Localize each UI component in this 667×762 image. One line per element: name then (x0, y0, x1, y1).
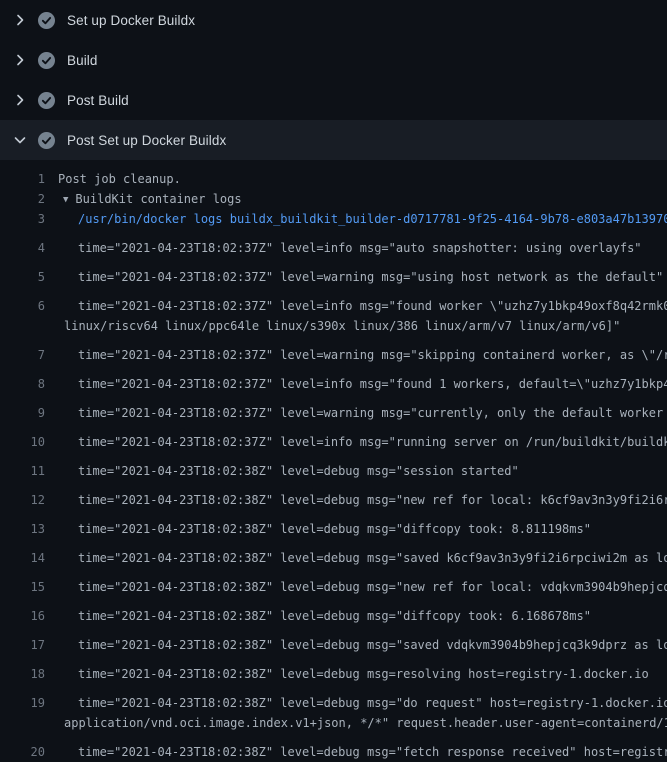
log-line: 20 time="2021-04-23T18:02:38Z" level=debu… (0, 733, 667, 762)
log-group-toggle[interactable]: ▼ BuildKit container logs (63, 189, 242, 209)
log-line-number[interactable]: 1 (0, 169, 45, 189)
log-line[interactable]: 2 ▼ BuildKit container logs (0, 189, 667, 209)
log-line-number[interactable]: 14 (0, 548, 45, 568)
log-text: time="2021-04-23T18:02:37Z" level=warnin… (78, 267, 663, 287)
log-line-number[interactable]: 6 (0, 296, 45, 316)
log-line: 3/usr/bin/docker logs buildx_buildkit_bu… (0, 209, 667, 229)
log-line: 7 time="2021-04-23T18:02:37Z" level=warni… (0, 336, 667, 365)
log-line-number[interactable]: 16 (0, 606, 45, 626)
step-title: Build (67, 53, 98, 68)
log-line-number[interactable]: 10 (0, 432, 45, 452)
log-text: application/vnd.oci.image.index.v1+json,… (64, 713, 667, 733)
log-line-number[interactable]: 9 (0, 403, 45, 423)
chevron-right-icon (12, 12, 28, 28)
check-circle-icon (38, 52, 55, 69)
log-text: time="2021-04-23T18:02:37Z" level=info m… (78, 374, 667, 394)
log-text: time="2021-04-23T18:02:37Z" level=warnin… (78, 345, 667, 365)
log-line: 16 time="2021-04-23T18:02:38Z" level=debu… (0, 597, 667, 626)
log-line: 11 time="2021-04-23T18:02:38Z" level=debu… (0, 452, 667, 481)
log-text: time="2021-04-23T18:02:38Z" level=debug … (78, 635, 667, 655)
step-header-post-build[interactable]: Post Build (0, 80, 667, 120)
log-text: time="2021-04-23T18:02:38Z" level=debug … (78, 577, 667, 597)
log-line-number[interactable]: 4 (0, 238, 45, 258)
log-line: 6 time="2021-04-23T18:02:37Z" level=info … (0, 287, 667, 316)
step-title: Post Build (67, 93, 129, 108)
log-line-number[interactable]: 20 (0, 742, 45, 762)
log-line-number[interactable]: 15 (0, 577, 45, 597)
log-text: time="2021-04-23T18:02:37Z" level=warnin… (78, 403, 667, 423)
chevron-right-icon (12, 92, 28, 108)
chevron-right-icon (12, 52, 28, 68)
log-line: 10 time="2021-04-23T18:02:37Z" level=info… (0, 423, 667, 452)
log-text: time="2021-04-23T18:02:38Z" level=debug … (78, 490, 667, 510)
log-line-number (0, 316, 45, 336)
log-line-number[interactable]: 12 (0, 490, 45, 510)
log-line-number[interactable]: 3 (0, 209, 45, 229)
log-line-number[interactable]: 13 (0, 519, 45, 539)
log-line-number[interactable]: 17 (0, 635, 45, 655)
chevron-down-icon (12, 132, 28, 148)
log-line-number[interactable]: 5 (0, 267, 45, 287)
log-line: 13 time="2021-04-23T18:02:38Z" level=debu… (0, 510, 667, 539)
log-line: 1 Post job cleanup. (0, 169, 667, 189)
check-circle-icon (38, 132, 55, 149)
step-header-set-up-docker-buildx[interactable]: Set up Docker Buildx (0, 0, 667, 40)
log-line: 18 time="2021-04-23T18:02:38Z" level=debu… (0, 655, 667, 684)
log-text: time="2021-04-23T18:02:38Z" level=debug … (78, 693, 667, 713)
step-log-output: 1 Post job cleanup. 2 ▼ BuildKit container l… (0, 160, 667, 762)
log-text: time="2021-04-23T18:02:38Z" level=debug … (78, 664, 649, 684)
log-line: 14 time="2021-04-23T18:02:38Z" level=debu… (0, 539, 667, 568)
log-line: 15 time="2021-04-23T18:02:38Z" level=debu… (0, 568, 667, 597)
log-line: 8 time="2021-04-23T18:02:37Z" level=info … (0, 365, 667, 394)
log-line-number[interactable]: 11 (0, 461, 45, 481)
log-line: 19 time="2021-04-23T18:02:38Z" level=debu… (0, 684, 667, 713)
step-title: Post Set up Docker Buildx (67, 133, 226, 148)
log-line: 5 time="2021-04-23T18:02:37Z" level=warni… (0, 258, 667, 287)
step-header-build[interactable]: Build (0, 40, 667, 80)
log-line-number[interactable]: 7 (0, 345, 45, 365)
log-line: 4 time="2021-04-23T18:02:37Z" level=info … (0, 229, 667, 258)
triangle-down-icon: ▼ (63, 195, 68, 205)
log-line-continuation: application/vnd.oci.image.index.v1+json,… (0, 713, 667, 733)
log-line: 17 time="2021-04-23T18:02:38Z" level=debu… (0, 626, 667, 655)
log-command-text: /usr/bin/docker logs buildx_buildkit_bui… (78, 209, 667, 229)
log-text: time="2021-04-23T18:02:37Z" level=info m… (78, 238, 642, 258)
log-text: time="2021-04-23T18:02:37Z" level=info m… (78, 296, 667, 316)
log-text: Post job cleanup. (58, 169, 181, 189)
log-text: time="2021-04-23T18:02:38Z" level=debug … (78, 606, 591, 626)
log-line-number[interactable]: 8 (0, 374, 45, 394)
log-line-number[interactable]: 19 (0, 693, 45, 713)
log-line-continuation: linux/riscv64 linux/ppc64le linux/s390x … (0, 316, 667, 336)
log-line-number[interactable]: 2 (0, 189, 45, 209)
log-text: time="2021-04-23T18:02:38Z" level=debug … (78, 548, 667, 568)
log-line: 12 time="2021-04-23T18:02:38Z" level=debu… (0, 481, 667, 510)
log-text: time="2021-04-23T18:02:38Z" level=debug … (78, 461, 519, 481)
step-header-post-set-up-docker-buildx[interactable]: Post Set up Docker Buildx (0, 120, 667, 160)
log-line: 9 time="2021-04-23T18:02:37Z" level=warni… (0, 394, 667, 423)
check-circle-icon (38, 92, 55, 109)
log-text: time="2021-04-23T18:02:38Z" level=debug … (78, 519, 591, 539)
log-text: time="2021-04-23T18:02:38Z" level=debug … (78, 742, 667, 762)
check-circle-icon (38, 12, 55, 29)
log-line-number (0, 713, 45, 733)
log-text: time="2021-04-23T18:02:37Z" level=info m… (78, 432, 667, 452)
job-steps-list: Set up Docker Buildx Build Post Build Post … (0, 0, 667, 160)
log-line-number[interactable]: 18 (0, 664, 45, 684)
step-title: Set up Docker Buildx (67, 13, 195, 28)
log-group-label: BuildKit container logs (75, 192, 241, 206)
log-text: linux/riscv64 linux/ppc64le linux/s390x … (64, 316, 620, 336)
